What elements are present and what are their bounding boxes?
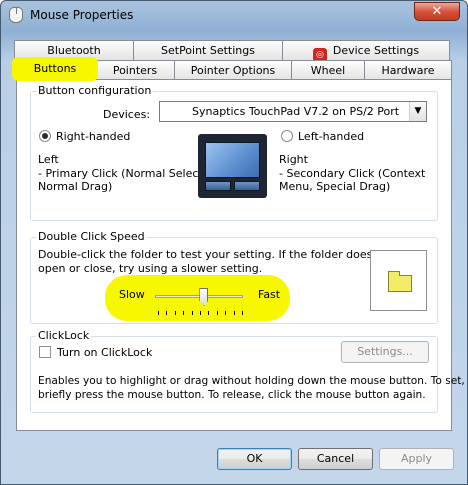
clicklock-desc-1: Enables you to highlight or drag without…	[38, 375, 465, 387]
tab-pointers[interactable]: Pointers	[95, 60, 175, 80]
title-bar[interactable]: Mouse Properties ✕	[1, 1, 467, 29]
chevron-down-icon[interactable]: ▼	[409, 102, 426, 121]
slider-tick	[166, 311, 168, 315]
right-button-desc-1: - Secondary Click (Context	[279, 167, 426, 180]
tab-label: SetPoint Settings	[161, 44, 255, 57]
double-click-desc-1: Double-click the folder to test your set…	[38, 248, 394, 261]
slider-tick	[200, 311, 201, 315]
right-button-desc-2: Menu, Special Drag)	[279, 180, 391, 193]
tab-pointer-options[interactable]: Pointer Options	[174, 60, 292, 80]
group-title: Double Click Speed	[36, 230, 147, 243]
clicklock-settings-button[interactable]: Settings...	[341, 341, 429, 363]
cancel-button[interactable]: Cancel	[298, 448, 373, 470]
clicklock-desc-2: briefly press the mouse button. To relea…	[38, 389, 426, 401]
mouse-icon	[9, 7, 23, 23]
fast-label: Fast	[258, 288, 281, 301]
touchpad-right-button	[234, 181, 260, 191]
tab-buttons[interactable]: Buttons	[14, 58, 96, 81]
slider-tick	[174, 311, 176, 315]
folder-icon[interactable]	[388, 271, 412, 292]
button-label: Settings...	[357, 345, 413, 358]
tab-label: Device Settings	[332, 44, 420, 57]
close-icon: ✕	[431, 4, 443, 19]
slider-tick	[225, 311, 227, 315]
button-label: Cancel	[316, 452, 355, 465]
slider-tick	[158, 311, 159, 315]
slider-tick	[242, 311, 243, 315]
clicklock-checkbox-label[interactable]: Turn on ClickLock	[57, 346, 152, 359]
slider-tick	[208, 311, 210, 315]
right-button-title: Right	[279, 153, 308, 166]
tab-label: Pointers	[112, 64, 158, 77]
group-title: ClickLock	[36, 329, 92, 342]
button-label: OK	[246, 452, 263, 465]
left-button-title: Left	[38, 153, 59, 166]
left-button-desc-2: Normal Drag)	[38, 180, 113, 193]
slow-label: Slow	[119, 288, 145, 301]
test-folder-box[interactable]	[370, 250, 427, 311]
button-label: Apply	[400, 452, 433, 465]
devices-label: Devices:	[103, 108, 151, 121]
close-button[interactable]: ✕	[414, 2, 460, 21]
touchpad-surface	[205, 142, 260, 178]
tab-device-settings[interactable]: ◎ Device Settings	[282, 40, 450, 62]
right-handed-radio[interactable]	[39, 130, 51, 142]
window-title: Mouse Properties	[30, 8, 134, 22]
left-handed-radio[interactable]	[281, 130, 293, 142]
slider-tick	[191, 311, 193, 315]
ok-button[interactable]: OK	[217, 448, 292, 470]
tab-wheel[interactable]: Wheel	[291, 60, 365, 80]
double-click-slider-track[interactable]	[155, 295, 243, 298]
clicklock-checkbox[interactable]	[39, 346, 51, 358]
right-handed-label[interactable]: Right-handed	[56, 130, 130, 143]
devices-select-value: Synaptics TouchPad V7.2 on PS/2 Port	[192, 105, 400, 118]
left-button-desc-1: - Primary Click (Normal Select,	[38, 167, 207, 180]
apply-button[interactable]: Apply	[379, 448, 454, 470]
tab-label: Hardware	[381, 64, 435, 77]
group-title: Button configuration	[36, 84, 154, 97]
slider-tick	[216, 311, 218, 315]
tab-label: Buttons	[33, 62, 77, 75]
tab-setpoint-settings[interactable]: SetPoint Settings	[133, 40, 283, 60]
tab-label: Bluetooth	[47, 44, 101, 57]
touchpad-left-button	[205, 181, 231, 191]
double-click-desc-2: open or close, try using a slower settin…	[38, 262, 263, 275]
slider-tick	[233, 311, 235, 315]
devices-select[interactable]: Synaptics TouchPad V7.2 on PS/2 Port ▼	[159, 101, 427, 122]
tab-hardware[interactable]: Hardware	[364, 60, 452, 80]
tab-label: Wheel	[310, 64, 346, 77]
left-handed-label[interactable]: Left-handed	[298, 130, 364, 143]
tab-label: Pointer Options	[190, 64, 276, 77]
touchpad-image	[198, 134, 267, 198]
slider-tick	[183, 311, 185, 315]
